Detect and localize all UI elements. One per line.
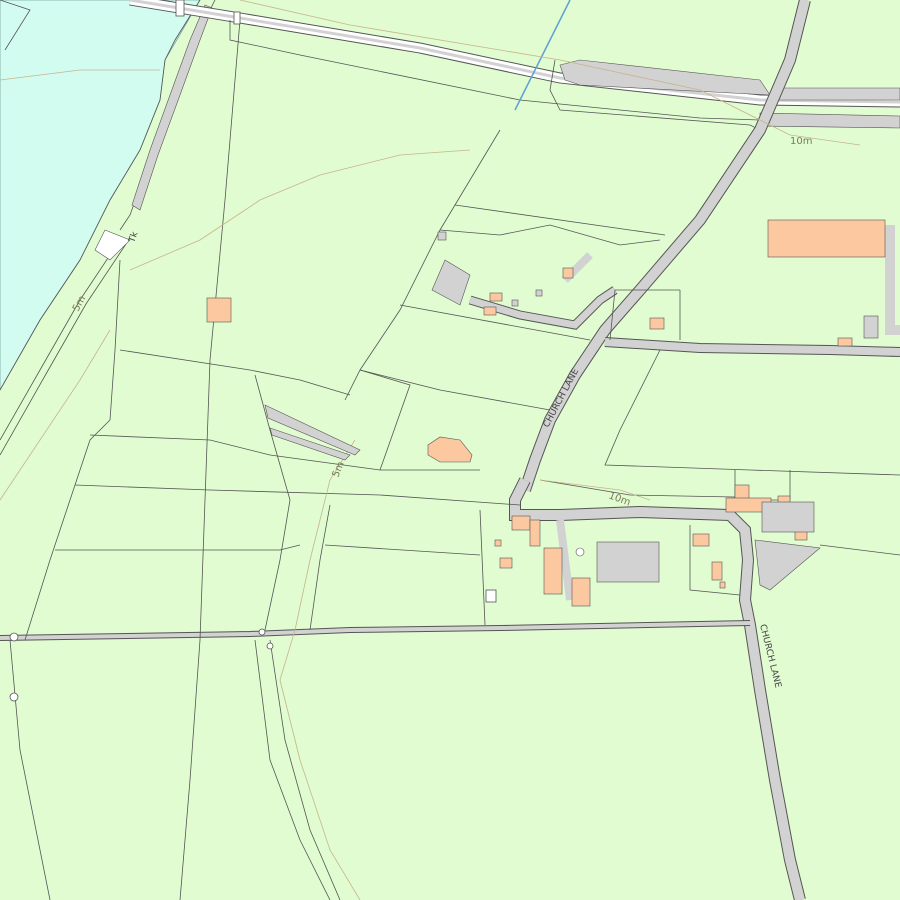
contour-label-10-east: 10m bbox=[790, 136, 812, 147]
yard-shed bbox=[863, 315, 879, 339]
slip-road-2 bbox=[774, 87, 900, 101]
ordnance-map[interactable]: CHURCH LANE CHURCH LANE 10m 10m 5m 5m Tk bbox=[0, 0, 900, 900]
slip-road-3 bbox=[759, 112, 900, 129]
